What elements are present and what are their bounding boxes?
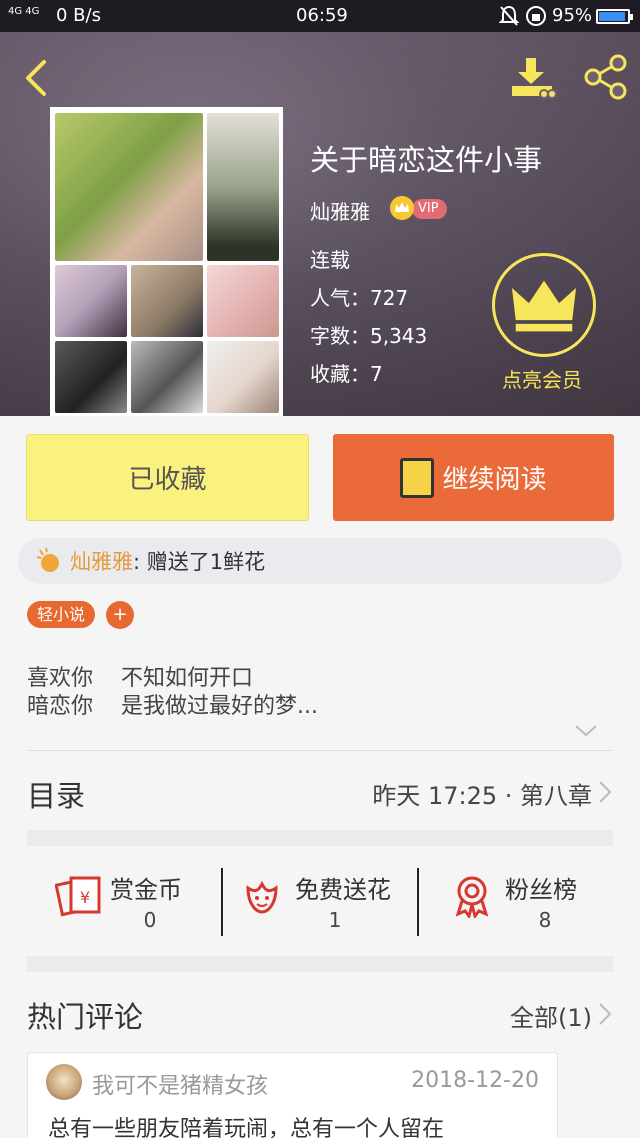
status-bar: 4G 4G 0 B/s 06:59 95% [0,0,640,32]
medal-icon [455,876,489,918]
free-flower-label: 免费送花 [295,876,391,904]
download-icon[interactable] [508,56,558,100]
gift-text: : 赠送了1鲜花 [133,550,266,574]
book-title: 关于暗恋这件小事 [310,143,543,177]
collected-button[interactable]: 已收藏 [26,434,309,521]
comment-username[interactable]: 我可不是猪精女孩 [92,1068,268,1100]
hot-comments-title: 热门评论 [27,1000,144,1034]
flower-icon [246,880,278,914]
reward-coins-label: 赏金币 [110,876,182,904]
vip-crown-badge-icon[interactable] [492,253,596,357]
expand-chevron-icon[interactable] [574,724,598,738]
vip-tag: VIP [412,199,447,219]
reward-coins-value: 0 [143,908,157,932]
catalog-chevron-icon[interactable] [598,780,612,804]
favorite-count: 收藏：7 [310,362,383,386]
comment-date: 2018-12-20 [411,1068,539,1093]
free-flower-value: 1 [328,908,342,932]
reward-coins-stat[interactable]: ¥ 赏金币 0 [55,858,245,938]
divider [27,750,613,751]
collected-label: 已收藏 [128,465,207,495]
all-comments-chevron-icon[interactable] [598,1002,612,1026]
all-comments-link[interactable]: 全部(1) [510,998,592,1033]
vip-crown-icon [390,196,414,220]
fan-ranking-stat[interactable]: 粉丝榜 8 [450,858,640,938]
section-band [27,830,613,846]
add-tag-button[interactable]: + [106,601,134,629]
gift-sender: 灿雅雅 [70,550,133,574]
stat-divider [221,868,223,936]
serial-status: 连载 [310,248,350,272]
red-envelope-icon: ¥ [55,876,101,917]
book-cover[interactable] [50,107,283,416]
comment-card[interactable]: 我可不是猪精女孩 2018-12-20 总有一些朋友陪着玩闹，总有一个人留在 [27,1052,558,1138]
avatar[interactable] [46,1064,82,1100]
vip-activate-label[interactable]: 点亮会员 [502,364,582,393]
popularity: 人气：727 [310,286,409,310]
book-detail-content: 已收藏 继续阅读 灿雅雅 : 赠送了1鲜花 轻小说 + 喜欢你 不知如何开口 暗… [0,416,640,1138]
comment-text: 总有一些朋友陪着玩闹，总有一个人留在 [48,1117,445,1138]
battery-percent: 95% [552,5,593,26]
gift-notice[interactable]: 灿雅雅 : 赠送了1鲜花 [18,538,622,584]
book-icon [400,457,435,498]
rotation-lock-icon [526,6,546,26]
stat-divider [417,868,419,936]
word-count: 字数：5,343 [310,324,428,348]
network-speed: 0 B/s [56,5,101,26]
signal-indicator: 4G 4G [8,6,40,17]
category-tag[interactable]: 轻小说 [27,601,96,628]
catalog-title[interactable]: 目录 [27,773,85,815]
continue-reading-button[interactable]: 继续阅读 [333,434,614,521]
clock: 06:59 [296,5,348,26]
clap-icon [36,547,59,572]
fan-ranking-value: 8 [538,908,552,932]
author-name[interactable]: 灿雅雅 [310,196,370,225]
free-flower-stat[interactable]: 免费送花 1 [240,858,430,938]
latest-chapter[interactable]: 昨天 17:25 · 第八章 [372,776,592,811]
description-line-2: 暗恋你 是我做过最好的梦... [27,694,318,719]
back-arrow-icon[interactable] [20,56,50,100]
fan-ranking-label: 粉丝榜 [505,876,577,904]
svg-text:¥: ¥ [80,888,90,907]
section-band [27,956,613,972]
share-icon[interactable] [580,52,630,102]
battery-icon [596,9,633,24]
mute-bell-icon [498,5,520,26]
continue-reading-label: 继续阅读 [442,465,547,495]
